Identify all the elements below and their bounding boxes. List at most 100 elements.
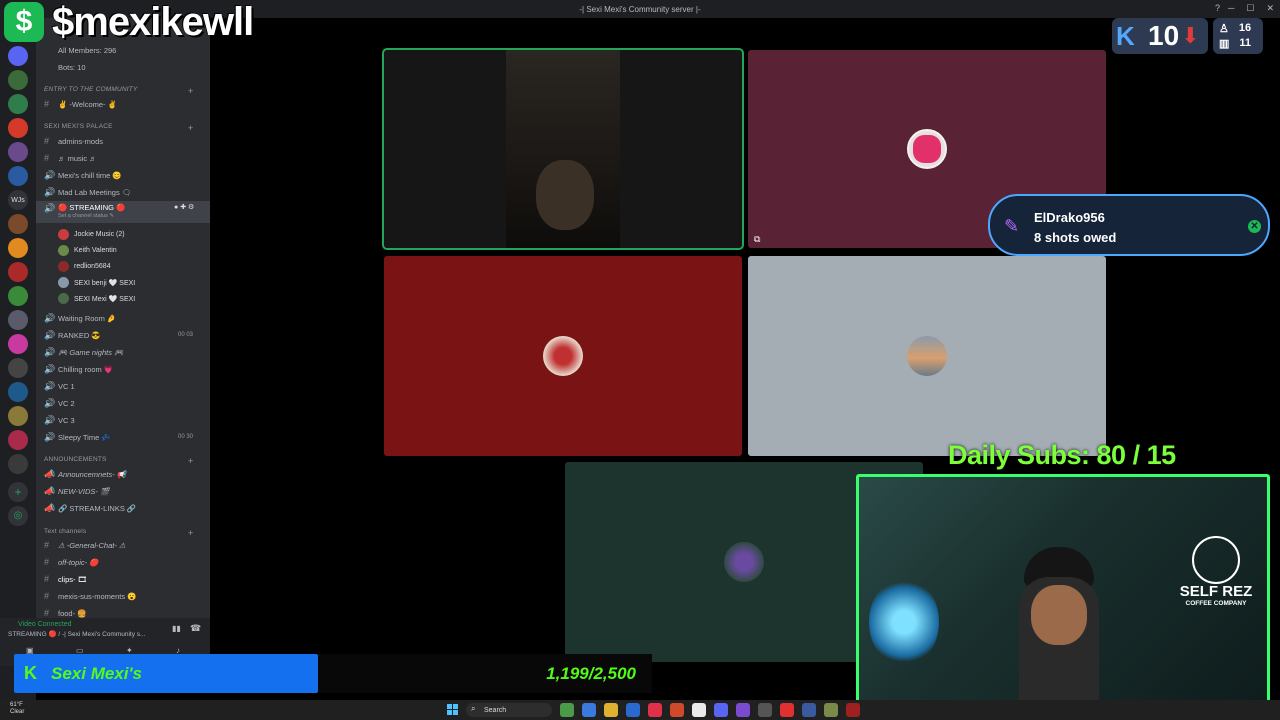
category-announcements[interactable]: ANNOUNCEMENTS +	[44, 456, 193, 466]
voice-channel-link[interactable]: STREAMING 🔴 / -| Sexi Mexi's Community s…	[8, 630, 145, 638]
speaker-icon: 🔊	[44, 363, 56, 374]
gear-icon[interactable]: ⚙	[188, 204, 194, 211]
server-icon[interactable]	[8, 238, 28, 258]
channel-ranked[interactable]: 🔊 RANKED 😎 00 03	[36, 327, 210, 343]
discord-icon[interactable]	[714, 703, 728, 717]
voice-user[interactable]: Keith Valentin	[58, 245, 117, 256]
taskbar: 61°F Clear ⌕ Search	[0, 700, 1280, 720]
video-tile-camera[interactable]	[382, 48, 744, 250]
app-icon[interactable]	[582, 703, 596, 717]
bots-count: Bots: 10	[58, 62, 86, 72]
server-icon[interactable]	[8, 214, 28, 234]
chrome-icon[interactable]	[692, 703, 706, 717]
participant-face	[536, 160, 594, 230]
channel-streaming[interactable]: 🔊 🔴 STREAMING 🔴 Set a channel status ✎ ●…	[36, 201, 210, 223]
server-icon[interactable]	[8, 46, 28, 66]
store-icon[interactable]	[626, 703, 640, 717]
video-tile-avatar[interactable]	[384, 256, 742, 456]
category-text[interactable]: Text channels +	[44, 528, 193, 538]
minimize-icon[interactable]: ─	[1228, 3, 1234, 14]
server-icon[interactable]	[8, 262, 28, 282]
signal-icon[interactable]: ▮▮	[172, 624, 181, 633]
voice-user[interactable]: Jockie Music (2)	[58, 229, 125, 240]
app-icon[interactable]	[560, 703, 574, 717]
chat-icon[interactable]: ●	[174, 204, 178, 211]
channel-vc3[interactable]: 🔊 VC 3	[36, 412, 210, 428]
user-limit-badge: 00 30	[178, 434, 194, 440]
add-channel-icon[interactable]: +	[188, 123, 193, 133]
app-icon[interactable]	[670, 703, 684, 717]
add-channel-icon[interactable]: +	[188, 86, 193, 96]
category-palace[interactable]: SEXI MEXI'S PALACE +	[44, 123, 193, 133]
server-icon[interactable]	[8, 118, 28, 138]
app-icon[interactable]	[802, 703, 816, 717]
channel-music[interactable]: # ♬ music ♬	[36, 150, 210, 166]
server-icon[interactable]	[8, 406, 28, 426]
streamer-brand: $ $mexikewll	[0, 0, 254, 44]
server-icon[interactable]	[8, 70, 28, 90]
explore-icon[interactable]: ◎	[8, 506, 28, 526]
channel-sleepy[interactable]: 🔊 Sleepy Time 💤 00 30	[36, 429, 210, 445]
channel-welcome[interactable]: # ✌ -Welcome- ✌	[36, 96, 210, 112]
channel-food[interactable]: # food- 🍔	[36, 605, 210, 618]
hash-icon: #	[44, 540, 50, 550]
app-icon[interactable]	[736, 703, 750, 717]
folder-icon[interactable]	[604, 703, 618, 717]
channel-stream-links[interactable]: 📣 🔗 STREAM-LINKS 🔗	[36, 500, 210, 516]
category-entry[interactable]: ENTRY TO THE COMMUNITY +	[44, 86, 193, 96]
taskbar-search[interactable]: ⌕ Search	[466, 703, 552, 717]
pop-out-icon[interactable]: ⧉	[754, 234, 760, 245]
server-icon[interactable]	[8, 358, 28, 378]
server-icon[interactable]	[8, 382, 28, 402]
server-icon[interactable]	[8, 334, 28, 354]
channel-vc1[interactable]: 🔊 VC 1	[36, 378, 210, 394]
hash-icon: #	[44, 557, 50, 567]
help-icon[interactable]: ?	[1215, 3, 1220, 13]
channel-general[interactable]: # ⚠ -General-Chat- ⚠	[36, 537, 210, 553]
hash-icon: #	[44, 99, 50, 109]
video-tile-avatar[interactable]	[748, 256, 1106, 456]
channel-waiting[interactable]: 🔊 Waiting Room 🤌	[36, 310, 210, 326]
channel-madlab[interactable]: 🔊 Mad Lab Meetings 🗨	[36, 184, 210, 200]
channel-sus[interactable]: # mexis-sus-moments 😮	[36, 588, 210, 604]
channel-clips[interactable]: # clips- 🎞	[36, 571, 210, 587]
speaker-icon: 🔊	[44, 186, 56, 197]
windows-start-icon[interactable]	[447, 704, 458, 715]
server-icon[interactable]	[8, 430, 28, 450]
app-icon[interactable]	[846, 703, 860, 717]
server-icon[interactable]	[8, 286, 28, 306]
add-server-icon[interactable]: +	[8, 482, 28, 502]
speaker-icon: 🔊	[44, 169, 56, 180]
server-icon[interactable]: WJs	[8, 190, 28, 210]
channel-admins[interactable]: # admins-mods	[36, 133, 210, 149]
channel-chill[interactable]: 🔊 Mexi's chill time 😊	[36, 167, 210, 183]
channel-off-topic[interactable]: # off-topic- 🔴	[36, 554, 210, 570]
close-window-icon[interactable]: ✕	[1266, 3, 1274, 14]
weather-desc: Clear	[10, 709, 25, 715]
invite-icon[interactable]: ✚	[180, 204, 186, 211]
channel-announcements[interactable]: 📣 Announcemnets- 📢	[36, 466, 210, 482]
cash-app-icon: $	[4, 2, 44, 42]
add-channel-icon[interactable]: +	[188, 456, 193, 466]
channel-vc2[interactable]: 🔊 VC 2	[36, 395, 210, 411]
server-icon[interactable]	[8, 166, 28, 186]
voice-user[interactable]: redlion5684	[58, 261, 111, 272]
maximize-icon[interactable]: ☐	[1246, 3, 1254, 14]
weather-widget[interactable]: 61°F Clear	[10, 702, 24, 716]
server-icon[interactable]	[8, 454, 28, 474]
app-icon[interactable]	[780, 703, 794, 717]
app-icon[interactable]	[758, 703, 772, 717]
app-icon[interactable]	[824, 703, 838, 717]
channel-chilling[interactable]: 🔊 Chilling room 💗	[36, 361, 210, 377]
channel-new-vids[interactable]: 📣 NEW-VIDS- 🎬	[36, 483, 210, 499]
voice-user[interactable]: SEXI Mexi 🤍 SEXI	[58, 293, 135, 304]
channel-game-nights[interactable]: 🔊 🎮 Game nights 🎮	[36, 344, 210, 360]
voice-user[interactable]: SEXI benji 🤍 SEXI	[58, 277, 135, 288]
server-icon[interactable]	[8, 142, 28, 162]
server-icon[interactable]	[8, 94, 28, 114]
server-icon[interactable]	[8, 310, 28, 330]
speaker-icon: 🔊	[44, 312, 56, 323]
channel-status[interactable]: Set a channel status ✎	[58, 213, 114, 219]
music-app-icon[interactable]	[648, 703, 662, 717]
disconnect-icon[interactable]: ☎	[190, 623, 201, 634]
